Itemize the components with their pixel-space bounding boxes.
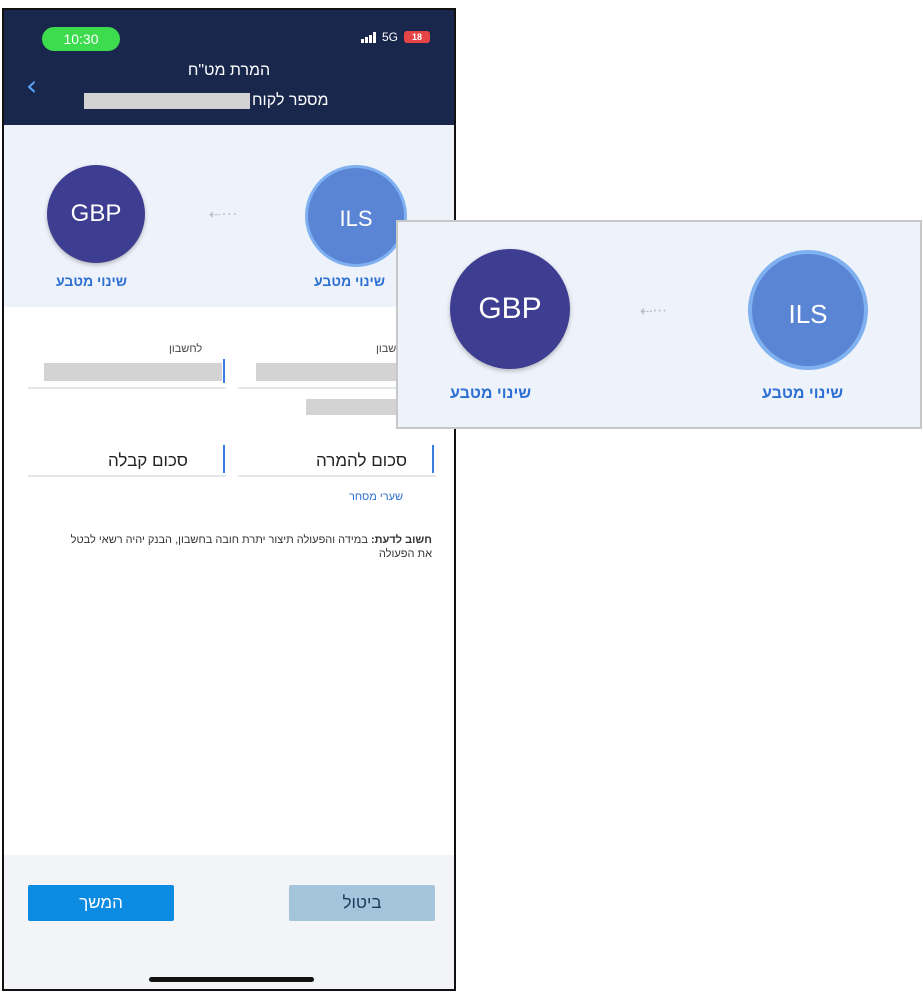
continue-button[interactable]: המשך [28, 885, 174, 921]
source-currency-coin[interactable]: ILS [305, 165, 407, 267]
amount-receive-input[interactable] [223, 445, 225, 473]
zoomed-target-currency-coin: GBP [450, 249, 570, 369]
amount-receive-label: סכום קבלה [108, 451, 188, 470]
to-account-redacted [44, 363, 222, 381]
currency-selector: GBP ⇠··· ILS שינוי מטבע שינוי מטבע [4, 125, 454, 307]
zoomed-currency-callout: GBP ⇠··· ILS שינוי מטבע שינוי מטבע [396, 220, 922, 429]
conversion-form: לחשבון חשבון סכום קבלה סכום להמרה שערי מ… [4, 307, 454, 855]
target-currency-coin[interactable]: GBP [47, 165, 145, 263]
to-account-underline [28, 387, 226, 389]
trading-rates-link[interactable]: שערי מסחר [349, 491, 403, 503]
direction-arrow-icon: ⇠··· [209, 207, 239, 223]
battery-icon: 18 [404, 31, 430, 43]
customer-number-redacted [84, 93, 250, 109]
zoomed-direction-arrow-icon: ⇠··· [640, 302, 667, 320]
notice-bold-lead: חשוב לדעת: [370, 534, 432, 546]
to-account-field[interactable] [223, 359, 225, 383]
important-notice: חשוב לדעת: במידה והפעולה תיצור יתרת חובה… [54, 533, 432, 561]
change-target-currency-link[interactable]: שינוי מטבע [56, 273, 127, 289]
status-time: 10:30 [42, 27, 120, 51]
to-account-label: לחשבון [169, 343, 203, 355]
status-indicators: 5G 18 [360, 30, 430, 44]
change-source-currency-link[interactable]: שינוי מטבע [314, 273, 385, 289]
amount-receive-underline [28, 475, 226, 477]
amount-convert-underline [238, 475, 436, 477]
signal-icon [360, 31, 376, 43]
customer-number-label: מספר לקוח [252, 92, 329, 109]
phone-screen: 10:30 5G 18 ‹ המרת מט"ח מספר לקוח GBP ⇠·… [2, 8, 456, 991]
cancel-button[interactable]: ביטול [289, 885, 435, 921]
amount-convert-label: סכום להמרה [316, 451, 408, 470]
app-header: 10:30 5G 18 ‹ המרת מט"ח מספר לקוח [4, 10, 454, 125]
home-indicator[interactable] [149, 977, 314, 982]
customer-number-row: מספר לקוח [84, 92, 329, 110]
action-footer: המשך ביטול [4, 855, 454, 989]
network-label: 5G [381, 30, 398, 44]
zoomed-source-currency-coin: ILS [748, 250, 868, 370]
page-title: המרת מט"ח [187, 62, 271, 79]
zoomed-change-target-link: שינוי מטבע [450, 385, 532, 402]
zoomed-change-source-link: שינוי מטבע [762, 385, 844, 402]
amount-convert-input[interactable] [432, 445, 434, 473]
